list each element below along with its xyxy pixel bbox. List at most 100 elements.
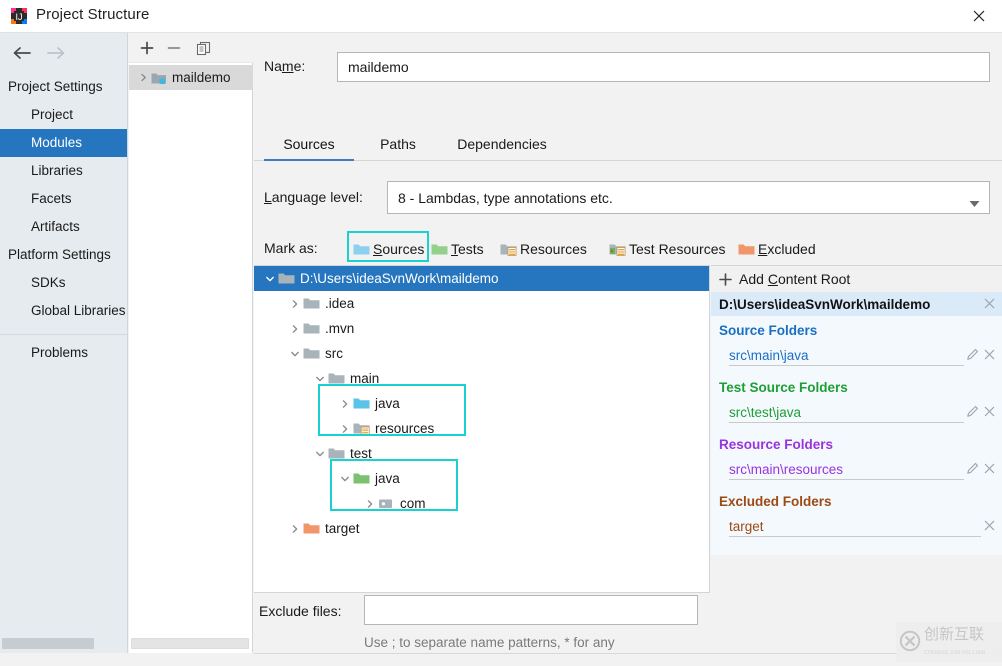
tree-row[interactable]: java [254, 466, 709, 491]
arrow-right-icon[interactable] [42, 42, 70, 64]
tree-row-label: D:\Users\ideaSvnWork\maildemo [299, 271, 499, 286]
sidebar-horizontal-scrollbar[interactable] [2, 638, 94, 649]
mark-as-tests[interactable]: Tests [431, 238, 484, 260]
section-title-source-folders: Source Folders [719, 323, 817, 338]
source-folder-entry[interactable]: src\main\java [729, 348, 809, 363]
remove-excluded-folder-icon[interactable] [983, 519, 996, 535]
module-name-row: Name: maildemo [254, 52, 1002, 82]
exclude-files-row: Exclude files: Use ; to separate name pa… [254, 595, 1002, 629]
exclude-files-input[interactable] [364, 595, 698, 625]
tab-paths[interactable]: Paths [366, 130, 430, 161]
mark-as-test-resources[interactable]: Test Resources [609, 238, 725, 260]
exclude-files-label: Exclude files: [259, 603, 341, 619]
arrow-left-icon[interactable] [8, 42, 36, 64]
tree-row-label: resources [374, 421, 434, 436]
entry-rule [729, 365, 964, 366]
module-name-label: maildemo [169, 70, 231, 85]
mark-as-sources[interactable]: Sources [353, 238, 424, 260]
remove-content-root-icon[interactable] [983, 297, 996, 313]
tree-row-label: main [349, 371, 379, 386]
sidebar-item-facets[interactable]: Facets [0, 185, 128, 213]
watermark-logo-icon [899, 630, 921, 655]
language-level-select[interactable]: 8 - Lambdas, type annotations etc. [387, 181, 990, 214]
tree-row-label: java [374, 396, 400, 411]
intellij-idea-icon: IJ [10, 7, 28, 25]
tree-row-label: test [349, 446, 372, 461]
add-module-button[interactable] [135, 37, 159, 59]
language-level-row: Language level: 8 - Lambdas, type annota… [254, 181, 1002, 214]
project-structure-dialog: IJ Project Structure Project Sett [0, 0, 1002, 666]
chevron-right-icon[interactable] [135, 73, 151, 82]
chevron-down-icon[interactable] [311, 374, 328, 384]
chevron-down-icon[interactable] [261, 274, 278, 284]
sidebar-item-artifacts[interactable]: Artifacts [0, 213, 128, 241]
language-level-value: 8 - Lambdas, type annotations etc. [398, 190, 613, 206]
tree-row[interactable]: .mvn [254, 316, 709, 341]
chevron-down-icon[interactable] [336, 474, 353, 484]
test-source-folder-entry[interactable]: src\test\java [729, 405, 801, 420]
chevron-right-icon[interactable] [336, 399, 353, 409]
module-name-input[interactable]: maildemo [337, 52, 990, 82]
module-list-panel: maildemo [129, 33, 253, 653]
mark-as-resources-label: Resources [520, 241, 587, 257]
module-row-maildemo[interactable]: maildemo [129, 65, 253, 90]
tree-row[interactable]: main [254, 366, 709, 391]
mark-as-resources[interactable]: Resources [500, 238, 587, 260]
module-panel-horizontal-scrollbar[interactable] [131, 638, 249, 649]
chevron-down-icon[interactable] [969, 195, 980, 211]
mark-as-excluded[interactable]: Excluded [738, 238, 816, 260]
folder-tests-icon [353, 471, 374, 486]
svg-text:IJ: IJ [15, 12, 22, 22]
sidebar-item-sdks[interactable]: SDKs [0, 269, 128, 297]
remove-resource-folder-icon[interactable] [983, 462, 996, 478]
close-button[interactable] [956, 0, 1002, 32]
chevron-right-icon[interactable] [336, 424, 353, 434]
mark-as-excluded-label: Excluded [758, 241, 816, 257]
sidebar-item-project[interactable]: Project [0, 101, 128, 129]
sidebar-group-project-settings: Project Settings [0, 73, 128, 101]
name-label: Name: [264, 58, 305, 74]
tab-dependencies[interactable]: Dependencies [438, 130, 566, 161]
sidebar-item-global-libraries[interactable]: Global Libraries [0, 297, 128, 325]
tree-row[interactable]: test [254, 441, 709, 466]
tree-row[interactable]: src [254, 341, 709, 366]
tree-row[interactable]: resources [254, 416, 709, 441]
entry-rule [729, 479, 964, 480]
remove-test-source-folder-icon[interactable] [983, 405, 996, 421]
module-editor-panel: Name: maildemo Sources Paths Dependencie… [254, 33, 1002, 653]
tree-row[interactable]: .idea [254, 291, 709, 316]
tree-row[interactable]: com [254, 491, 709, 516]
chevron-right-icon[interactable] [286, 524, 303, 534]
plus-icon [719, 273, 732, 286]
entry-rule [729, 422, 964, 423]
tree-row-label: target [324, 521, 360, 536]
copy-module-button[interactable] [191, 37, 215, 59]
watermark: 创新互联 CHUANG XIN HU LIAN [896, 622, 1002, 662]
sidebar-item-libraries[interactable]: Libraries [0, 157, 128, 185]
edit-test-source-folder-pencil-icon[interactable] [966, 405, 979, 421]
excluded-folder-entry[interactable]: target [729, 519, 764, 534]
sidebar-list: Project Settings Project Modules Librari… [0, 73, 128, 367]
sidebar-item-modules[interactable]: Modules [0, 129, 128, 157]
tree-row[interactable]: D:\Users\ideaSvnWork\maildemo [254, 266, 709, 291]
entry-rule [729, 536, 981, 537]
section-title-resource-folders: Resource Folders [719, 437, 833, 452]
remove-source-folder-icon[interactable] [983, 348, 996, 364]
chevron-down-icon[interactable] [286, 349, 303, 359]
remove-module-button[interactable] [162, 37, 186, 59]
chevron-right-icon[interactable] [286, 299, 303, 309]
edit-source-folder-pencil-icon[interactable] [966, 348, 979, 364]
language-level-label: Language level: [264, 189, 363, 205]
chevron-right-icon[interactable] [361, 499, 378, 509]
tree-row[interactable]: java [254, 391, 709, 416]
folder-plain-icon [303, 321, 324, 336]
sidebar-item-problems[interactable]: Problems [0, 339, 128, 367]
tree-row[interactable]: target [254, 516, 709, 541]
add-content-root-label: Add Content Root [739, 271, 850, 287]
resource-folder-entry[interactable]: src\main\resources [729, 462, 843, 477]
chevron-right-icon[interactable] [286, 324, 303, 334]
chevron-down-icon[interactable] [311, 449, 328, 459]
add-content-root-button[interactable]: Add Content Root [711, 266, 1002, 292]
tab-sources[interactable]: Sources [264, 130, 354, 161]
edit-resource-folder-pencil-icon[interactable] [966, 462, 979, 478]
